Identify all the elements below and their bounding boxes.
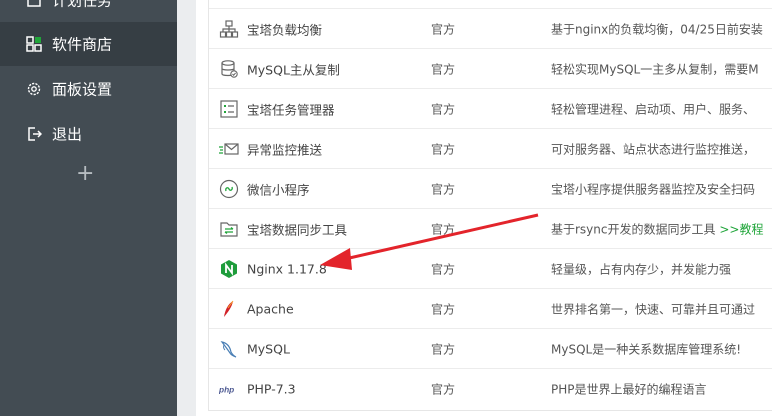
software-name: PHP-7.3 [247,381,296,396]
calendar-icon [27,0,41,7]
table-row[interactable]: MySQL 官方 MySQL是一种关系数据库管理系统! [209,328,772,368]
software-name: MySQL主从复制 [247,62,340,77]
sidebar-item-label: 软件商店 [52,35,113,54]
apps-grid-icon [26,36,42,52]
software-desc: 轻量级，占有内存少，并发能力强 [551,262,732,276]
software-type: 官方 [431,142,456,156]
table-row[interactable]: 微信小程序 官方 宝塔小程序提供服务器监控及安全扫码 [209,168,772,208]
sidebar-item-panel-settings[interactable]: 面板设置 [0,67,177,111]
software-desc: 轻松管理进程、启动项、用户、服务、 [551,102,756,116]
software-name: Nginx 1.17.8 [247,261,327,276]
software-desc: 基于rsync开发的数据同步工具 >>教程 [551,220,763,237]
software-desc: 轻松实现MySQL一主多从复制，需要M [551,62,759,76]
software-desc: 基于nginx的负载均衡，04/25日前安装 [551,22,763,36]
table-row[interactable]: Apache 官方 世界排名第一，快速、可靠并且可通过 [209,288,772,328]
software-type: 官方 [431,22,456,36]
software-type: 官方 [431,62,456,76]
sidebar-item-cron[interactable]: 计划任务 [0,0,177,22]
software-name: Apache [247,301,294,316]
sidebar-item-software-store[interactable]: 软件商店 [0,22,177,66]
software-name: MySQL [247,341,290,356]
software-desc: 可对服务器、站点状态进行监控推送， [551,142,756,156]
software-table: 宝塔负载均衡 官方 基于nginx的负载均衡，04/25日前安装 MySQL主从… [208,0,772,411]
tutorial-link[interactable]: >>教程 [719,222,763,236]
sidebar-item-label: 计划任务 [52,0,113,10]
software-desc: 世界排名第一，快速、可靠并且可通过 [551,302,756,316]
folder-sync-icon [220,221,238,237]
software-type: 官方 [431,342,456,356]
mini-program-icon [219,179,239,198]
mysql-dolphin-icon [220,340,237,358]
sidebar: 计划任务 软件商店 面板设置 退出 + [0,0,177,416]
table-row[interactable]: 异常监控推送 官方 可对服务器、站点状态进行监控推送， [209,128,772,168]
plus-icon[interactable]: + [76,163,94,185]
php-icon: php [219,384,234,394]
svg-text:php: php [219,384,234,394]
software-name: 宝塔负载均衡 [247,22,323,37]
software-desc-text: 基于rsync开发的数据同步工具 [551,222,716,236]
software-desc: 宝塔小程序提供服务器监控及安全扫码 [551,182,756,196]
table-row[interactable]: 宝塔负载均衡 官方 基于nginx的负载均衡，04/25日前安装 [209,8,772,48]
software-type: 官方 [431,262,456,276]
software-name: 宝塔任务管理器 [247,102,335,117]
software-type: 官方 [431,102,456,116]
apache-feather-icon [224,300,234,317]
software-type: 官方 [431,222,456,236]
network-icon [219,19,239,38]
sidebar-item-logout[interactable]: 退出 [0,112,177,156]
task-list-icon [220,99,238,118]
table-row[interactable]: MySQL主从复制 官方 轻松实现MySQL一主多从复制，需要M [209,48,772,88]
software-name: 异常监控推送 [247,142,323,157]
table-row[interactable]: php PHP-7.3 官方 PHP是世界上最好的编程语言 [209,368,772,408]
nginx-icon [221,259,237,278]
software-type: 官方 [431,382,456,396]
table-row[interactable]: 宝塔数据同步工具 官方 基于rsync开发的数据同步工具 >>教程 [209,208,772,248]
software-desc: PHP是世界上最好的编程语言 [551,382,707,396]
gear-icon [27,82,41,96]
software-desc: MySQL是一种关系数据库管理系统! [551,342,742,356]
software-name: 宝塔数据同步工具 [247,222,348,237]
table-row[interactable]: Nginx 1.17.8 官方 轻量级，占有内存少，并发能力强 [209,248,772,288]
table-row[interactable]: 宝塔任务管理器 官方 轻松管理进程、启动项、用户、服务、 [209,88,772,128]
database-icon [221,59,238,78]
software-type: 官方 [431,302,456,316]
sidebar-item-label: 退出 [52,125,83,144]
software-name: 微信小程序 [247,182,310,197]
logout-icon [28,127,42,141]
software-type: 官方 [431,182,456,196]
sidebar-item-label: 面板设置 [52,80,113,99]
software-list-panel: 宝塔负载均衡 官方 基于nginx的负载均衡，04/25日前安装 MySQL主从… [196,0,772,416]
mail-send-icon [219,142,239,155]
